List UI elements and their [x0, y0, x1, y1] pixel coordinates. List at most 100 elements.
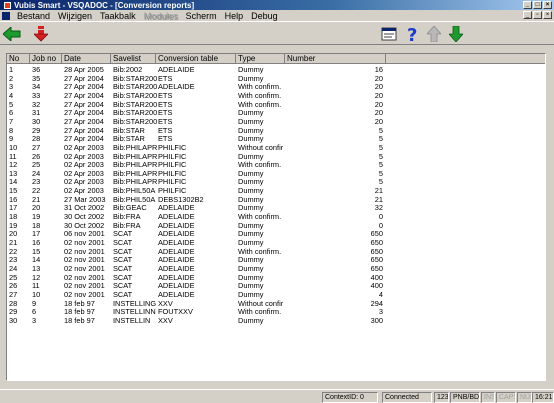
- table-row[interactable]: 9 28 27 Apr 2004 Bib:STAR ETS Dummy 5: [7, 134, 545, 144]
- table-row[interactable]: 5 32 27 Apr 2004 Bib:STAR200 ETS With confirm…: [7, 99, 545, 109]
- table-row[interactable]: 27 10 02 nov 2001 SCAT ADELAIDE Dummy 4: [7, 291, 545, 299]
- cell-conversion-table: PHILFIC: [158, 151, 187, 161]
- maximize-button[interactable]: □: [533, 1, 542, 9]
- cell-type: Dummy: [238, 177, 264, 187]
- column-header-savelist[interactable]: Savelist: [111, 54, 156, 64]
- cell-type: With confirm.: [238, 160, 282, 170]
- status-num: NUM: [517, 392, 532, 403]
- cell-number: 21: [374, 194, 383, 204]
- cell-date: 27 Apr 2004: [64, 82, 104, 92]
- table-row[interactable]: 14 23 02 Apr 2003 Bib:PHILAPR PHILFIC Dummy 5: [7, 177, 545, 187]
- cell-no: 9: [9, 134, 14, 144]
- mdi-restore-button[interactable]: ▫: [533, 11, 542, 19]
- table-row[interactable]: 13 24 02 Apr 2003 Bib:PHILAPR PHILFIC Dummy 5: [7, 170, 545, 178]
- cell-number: 20: [374, 90, 383, 100]
- cell-date: 27 Apr 2004: [64, 116, 104, 126]
- cell-type: Dummy: [238, 194, 264, 204]
- cell-date: 18 feb 97: [64, 298, 95, 308]
- close-button[interactable]: ×: [543, 1, 552, 9]
- table-row[interactable]: 29 6 18 feb 97 INSTELLINN FOUTXXV With confir…: [7, 307, 545, 317]
- move-down-button[interactable]: [447, 25, 465, 43]
- cell-number: 294: [370, 298, 383, 308]
- table-row[interactable]: 11 26 02 Apr 2003 Bib:PHILAPR PHILFIC Dummy 5: [7, 151, 545, 161]
- menu-modules[interactable]: Modules: [140, 11, 182, 21]
- table-row[interactable]: 24 13 02 nov 2001 SCAT ADELAIDE Dummy 650: [7, 265, 545, 273]
- cell-savelist: Bib:PHIL50A: [113, 186, 156, 196]
- column-header-no[interactable]: No: [7, 54, 30, 64]
- table-row[interactable]: 16 21 27 Mar 2003 Bib:PHIL50A DEBS1302B2 Dumm…: [7, 194, 545, 204]
- table-row[interactable]: 22 15 02 nov 2001 SCAT ADELAIDE With confirm.…: [7, 246, 545, 256]
- cell-date: 27 Apr 2004: [64, 125, 104, 135]
- cell-no: 2: [9, 73, 14, 83]
- cell-savelist: INSTELLINN: [113, 307, 156, 317]
- cell-type: Dummy: [238, 134, 264, 144]
- mdi-minimize-button[interactable]: _: [523, 11, 532, 19]
- table-row[interactable]: 3 34 27 Apr 2004 Bib:STAR200 ADELAIDE With co…: [7, 82, 545, 92]
- table-row[interactable]: 18 19 30 Oct 2002 Bib:FRA ADELAIDE With confi…: [7, 212, 545, 222]
- menu-bestand[interactable]: Bestand: [13, 11, 54, 21]
- move-up-button[interactable]: [425, 25, 443, 43]
- table-row[interactable]: 7 30 27 Apr 2004 Bib:STAR200 ETS Dummy 20: [7, 116, 545, 126]
- cell-number: 20: [374, 99, 383, 109]
- conversion-reports-table[interactable]: No Job no Date Savelist Conversion table…: [6, 53, 546, 381]
- cell-date: 18 feb 97: [64, 307, 95, 317]
- menu-help[interactable]: Help: [221, 11, 248, 21]
- column-header-conversion-table[interactable]: Conversion table: [156, 54, 236, 64]
- cell-job-no: 23: [32, 177, 41, 187]
- status-ins: INS: [481, 392, 495, 403]
- table-row[interactable]: 8 29 27 Apr 2004 Bib:STAR ETS Dummy 5: [7, 125, 545, 135]
- table-row[interactable]: 25 12 02 nov 2001 SCAT ADELAIDE Dummy 400: [7, 272, 545, 282]
- cell-date: 18 feb 97: [64, 315, 95, 325]
- cell-savelist: Bib:STAR: [113, 134, 145, 144]
- table-row[interactable]: 2 35 27 Apr 2004 Bib:STAR200 ETS Dummy 20: [7, 73, 545, 83]
- cell-type: Dummy: [238, 220, 264, 230]
- cell-date: 02 Apr 2003: [64, 186, 104, 196]
- table-row[interactable]: 1 36 28 Apr 2005 Bib:2002 ADELAIDE Dummy 16: [7, 66, 545, 74]
- cell-savelist: SCAT: [113, 246, 133, 256]
- cell-conversion-table: ADELAIDE: [158, 255, 195, 265]
- cell-conversion-table: ADELAIDE: [158, 246, 195, 256]
- cell-type: Dummy: [238, 272, 264, 282]
- cell-job-no: 9: [32, 298, 37, 308]
- cell-date: 02 nov 2001: [64, 281, 105, 291]
- cell-job-no: 19: [32, 212, 41, 222]
- cell-job-no: 15: [32, 246, 41, 256]
- table-row[interactable]: 26 11 02 nov 2001 SCAT ADELAIDE Dummy 400: [7, 281, 545, 291]
- table-row[interactable]: 6 31 27 Apr 2004 Bib:STAR200 ETS Dummy 20: [7, 109, 545, 117]
- minimize-button[interactable]: _: [523, 1, 532, 9]
- table-row[interactable]: 4 33 27 Apr 2004 Bib:STAR200 ETS With confirm…: [7, 90, 545, 100]
- cell-type: Dummy: [238, 281, 264, 291]
- table-row[interactable]: 23 14 02 nov 2001 SCAT ADELAIDE Dummy 650: [7, 255, 545, 265]
- menu-debug[interactable]: Debug: [247, 11, 282, 21]
- table-row[interactable]: 15 22 02 Apr 2003 Bib:PHIL50A PHILFIC Dummy 21: [7, 186, 545, 196]
- table-row[interactable]: 10 27 02 Apr 2003 Bib:PHILAPR PHILFIC Without…: [7, 144, 545, 152]
- table-row[interactable]: 12 25 02 Apr 2003 Bib:PHILAPR PHILFIC With co…: [7, 160, 545, 170]
- document-icon[interactable]: [2, 11, 10, 20]
- table-row[interactable]: 30 3 18 feb 97 INSTELLIN XXV Dummy 300: [7, 315, 545, 325]
- cell-no: 26: [9, 281, 18, 291]
- menu-scherm[interactable]: Scherm: [182, 11, 221, 21]
- column-header-type[interactable]: Type: [236, 54, 285, 64]
- table-row[interactable]: 17 20 31 Oct 2002 Bib:GEAC ADELAIDE Dummy 32: [7, 204, 545, 212]
- cell-job-no: 35: [32, 73, 41, 83]
- form-icon: [381, 27, 397, 41]
- table-row[interactable]: 21 16 02 nov 2001 SCAT ADELAIDE Dummy 650: [7, 239, 545, 247]
- help-button[interactable]: ?: [404, 25, 422, 43]
- cell-conversion-table: ADELAIDE: [158, 220, 195, 230]
- table-row[interactable]: 28 9 18 feb 97 INSTELLING XXV Without confir 2…: [7, 298, 545, 308]
- cell-type: Dummy: [238, 255, 264, 265]
- table-row[interactable]: 19 18 30 Oct 2002 Bib:FRA ADELAIDE Dummy 0: [7, 220, 545, 230]
- cell-job-no: 18: [32, 220, 41, 230]
- cell-job-no: 3: [32, 315, 37, 325]
- table-row[interactable]: 20 17 06 nov 2001 SCAT ADELAIDE Dummy 650: [7, 230, 545, 238]
- column-header-number[interactable]: Number: [285, 54, 386, 64]
- form-view-button[interactable]: [380, 25, 398, 43]
- column-header-job-no[interactable]: Job no: [30, 54, 62, 64]
- back-button[interactable]: [3, 25, 21, 43]
- mdi-close-button[interactable]: ×: [543, 11, 552, 19]
- column-header-date[interactable]: Date: [62, 54, 111, 64]
- export-button[interactable]: [32, 25, 50, 43]
- menu-taakbalk[interactable]: Taakbalk: [96, 11, 140, 21]
- cell-date: 27 Apr 2004: [64, 99, 104, 109]
- menu-wijzigen[interactable]: Wijzigen: [54, 11, 96, 21]
